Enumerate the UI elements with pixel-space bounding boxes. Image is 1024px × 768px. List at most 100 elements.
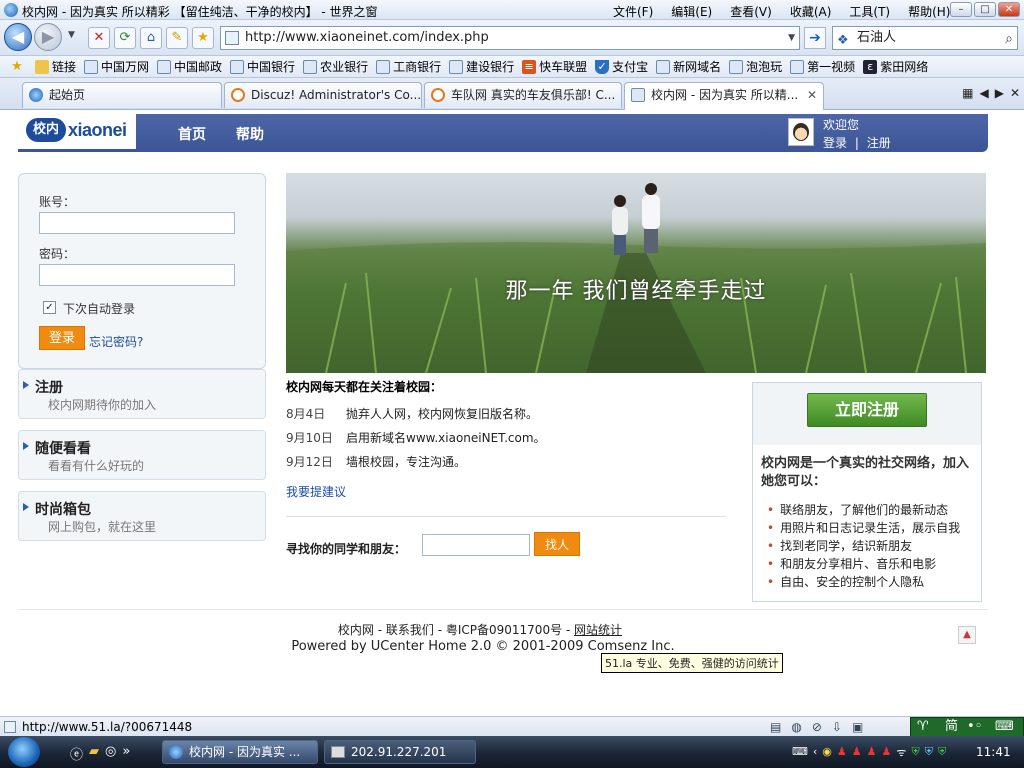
history-dropdown-icon[interactable]: ▼ <box>68 30 75 40</box>
close-tab-icon[interactable]: ✕ <box>1010 86 1020 100</box>
fav-item[interactable]: 中国万网 <box>80 58 153 75</box>
tray-expand-icon[interactable]: ‹ <box>813 745 817 760</box>
refresh-icon[interactable]: ⟳ <box>114 27 136 49</box>
ime-keyboard-icon[interactable]: ⌨ <box>995 718 1014 736</box>
address-bar[interactable]: http://www.xiaoneinet.com/index.php ▼ <box>220 26 800 50</box>
status-window-icon[interactable]: ▣ <box>852 720 863 734</box>
tab-cheduiwang[interactable]: 车队网 真实的车友俱乐部! C... <box>424 82 622 108</box>
account-input[interactable] <box>39 212 235 234</box>
close-tab-icon[interactable]: ✕ <box>807 83 817 107</box>
tray-antivirus-icon[interactable]: ⛨ <box>938 745 946 760</box>
start-button[interactable] <box>8 737 40 767</box>
favorite-star-icon[interactable]: ★ <box>192 27 214 49</box>
fav-item[interactable]: 农业银行 <box>299 58 372 75</box>
tab-start-page[interactable]: 起始页 <box>22 82 222 108</box>
tab-xiaonei-active[interactable]: 校内网 - 因为真实 所以精... ✕ <box>624 82 824 110</box>
login-button[interactable]: 登录 <box>39 326 85 350</box>
status-zoom-icon[interactable]: ⊘ <box>812 720 822 734</box>
clock[interactable]: 11:41 <box>976 745 1011 759</box>
fav-item[interactable]: ε 紫田网络 <box>859 58 932 75</box>
fav-item[interactable]: 工商银行 <box>372 58 445 75</box>
tray-shield-icon[interactable]: ⛨ <box>911 745 919 760</box>
find-friends-button[interactable]: 找人 <box>534 532 580 556</box>
header-login-link[interactable]: 登录 <box>823 136 847 150</box>
tray-network-icon[interactable]: ᯤ <box>896 745 906 760</box>
tab-list-icon[interactable]: ▦ <box>962 86 973 100</box>
header-register-link[interactable]: 注册 <box>867 136 891 150</box>
tab-bar: 起始页 Discuz! Administrator's Co... 车队网 真实… <box>0 78 1024 110</box>
feature-item: 找到老同学，结识新朋友 <box>767 537 912 554</box>
minimize-button[interactable]: – <box>950 2 972 17</box>
tab-scroll-right-icon[interactable]: ▶ <box>995 86 1004 100</box>
status-bar: http://www.51.la/?00671448 ▤ ◍ ⊘ ⇩ ▣ 简 ♈… <box>0 716 1024 737</box>
menu-edit[interactable]: 编辑(E) <box>662 3 721 20</box>
tray-qq-icon[interactable]: ♟ <box>882 745 892 760</box>
fav-item[interactable]: 新网域名 <box>652 58 725 75</box>
forgot-password-link[interactable]: 忘记密码? <box>89 333 143 350</box>
footer-links-text[interactable]: 校内网 - 联系我们 - 粤ICP备09011700号 - <box>338 623 574 637</box>
site-logo[interactable]: 校内 xiaonei <box>18 114 136 152</box>
stop-icon[interactable]: ✕ <box>88 27 110 49</box>
task-browser-icon <box>169 745 183 759</box>
close-window-button[interactable]: ✕ <box>998 2 1020 17</box>
menu-favorites[interactable]: 收藏(A) <box>781 3 841 20</box>
taskbar-task-remote[interactable]: 202.91.227.201 <box>324 740 476 764</box>
tray-app-icon[interactable]: ◉ <box>822 745 832 760</box>
tray-qq-icon[interactable]: ♟ <box>837 745 847 760</box>
fav-item[interactable]: 建设银行 <box>445 58 518 75</box>
go-arrow-icon[interactable]: ➔ <box>804 27 826 49</box>
search-icon[interactable]: ⌕ <box>1005 28 1013 50</box>
menu-file[interactable]: 文件(F) <box>604 3 662 20</box>
fav-item[interactable]: 第一视频 <box>786 58 859 75</box>
fav-links[interactable]: 链接 <box>31 58 80 75</box>
nav-home[interactable]: 首页 <box>178 124 206 144</box>
quick-launch-ie-icon[interactable]: ⓔ <box>70 744 83 763</box>
login-panel: 账号： 密码： ✓ 下次自动登录 登录 忘记密码? <box>18 173 266 369</box>
back-button[interactable]: ◀ <box>4 23 32 51</box>
menu-view[interactable]: 查看(V) <box>721 3 781 20</box>
home-icon[interactable]: ⌂ <box>140 27 162 49</box>
quick-launch-browser-icon[interactable]: ◎ <box>105 744 116 763</box>
ime-punctuation-icon[interactable]: •◦ <box>967 718 982 736</box>
tray-qq-icon[interactable]: ♟ <box>867 745 877 760</box>
tray-security-icon[interactable]: ⛨ <box>925 745 933 760</box>
side-link-bags[interactable]: 时尚箱包 网上购包，就在这里 <box>18 491 266 541</box>
quick-launch-folder-icon[interactable]: ▰ <box>89 744 99 763</box>
side-link-register[interactable]: 注册 校内网期待你的加入 <box>18 369 266 419</box>
tray-qq-icon[interactable]: ♟ <box>852 745 862 760</box>
side-link-browse[interactable]: 随便看看 看看有什么好玩的 <box>18 430 266 480</box>
tab-favicon-icon <box>431 88 445 102</box>
remember-me-checkbox[interactable]: ✓ <box>43 301 56 314</box>
forward-button[interactable]: ▶ <box>34 23 62 51</box>
tab-scroll-left-icon[interactable]: ◀ <box>979 86 988 100</box>
maximize-button[interactable]: □ <box>974 2 996 17</box>
ime-toolbar[interactable]: 简 ♈ •◦ ⌨ <box>910 717 1024 737</box>
suggest-link[interactable]: 我要提建议 <box>286 483 346 500</box>
password-input[interactable] <box>39 264 235 286</box>
menu-tools[interactable]: 工具(T) <box>840 3 899 20</box>
tray-keyboard-icon[interactable]: ⌨ <box>792 745 808 760</box>
status-download-icon[interactable]: ⇩ <box>832 720 842 734</box>
status-popup-icon[interactable]: ◍ <box>791 720 801 734</box>
address-dropdown-icon[interactable]: ▼ <box>788 27 795 49</box>
fav-item[interactable]: 中国银行 <box>226 58 299 75</box>
tab-discuz[interactable]: Discuz! Administrator's Co... <box>224 82 422 108</box>
fav-item[interactable]: ✓ 支付宝 <box>591 58 652 75</box>
taskbar-task-browser[interactable]: 校内网 - 因为真实 ... <box>162 740 318 764</box>
side-link-subtitle: 看看有什么好玩的 <box>48 459 145 473</box>
nav-help[interactable]: 帮助 <box>236 124 264 144</box>
register-now-button[interactable]: 立即注册 <box>807 393 927 427</box>
status-page-tools-icon[interactable]: ▤ <box>770 720 781 734</box>
side-link-subtitle: 校内网期待你的加入 <box>48 398 157 412</box>
fav-item[interactable]: ≡ 快车联盟 <box>518 58 591 75</box>
tools-icon[interactable]: ✎ <box>166 27 188 49</box>
back-to-top-icon[interactable]: ▲ <box>958 626 976 644</box>
fav-item[interactable]: 泡泡玩 <box>725 58 786 75</box>
news-item: 9月12日 墙根校园，专注沟通。 <box>286 453 466 470</box>
search-engine-icon[interactable]: ❖ <box>837 30 849 52</box>
fav-item[interactable]: 中国邮政 <box>153 58 226 75</box>
site-stats-link[interactable]: 网站统计 <box>574 623 622 637</box>
quick-launch-more-icon[interactable]: » <box>122 744 130 763</box>
search-box[interactable]: ❖ 石油人 ⌕ <box>832 26 1018 50</box>
find-friends-input[interactable] <box>422 534 530 556</box>
